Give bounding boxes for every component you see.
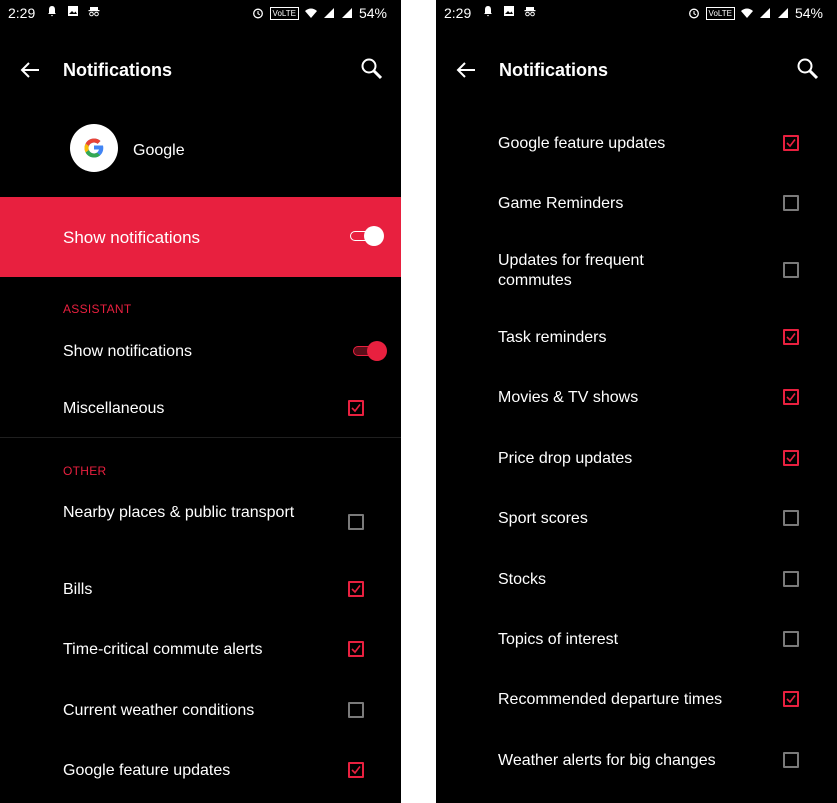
assistant-show-notifications-switch[interactable] — [351, 340, 387, 362]
row-label: Price drop updates — [498, 450, 633, 467]
row-label: Weather alerts for big changes — [498, 752, 716, 769]
assistant-show-notifications-row[interactable]: Show notifications — [0, 322, 401, 382]
miscellaneous-row[interactable]: Miscellaneous — [0, 379, 401, 439]
row-label: Task reminders — [498, 329, 607, 346]
phone-screen-right: 2:29 VoLTE 54% Notifications Google feat… — [436, 0, 837, 803]
row-label: Updates for frequent commutes — [498, 252, 644, 289]
image-icon — [68, 6, 78, 16]
game-reminders-checkbox[interactable] — [783, 195, 799, 211]
row-label: Google feature updates — [63, 762, 231, 779]
show-notifications-master-switch[interactable] — [348, 225, 384, 247]
signal-2-icon — [341, 8, 352, 18]
commute-alerts-checkbox[interactable] — [348, 641, 364, 657]
row-label: Nearby places & public transport — [63, 504, 295, 521]
topics-of-interest-row[interactable]: Topics of interest — [436, 610, 837, 670]
commute-alerts-row[interactable]: Time-critical commute alerts — [0, 620, 401, 680]
movies-tv-shows-checkbox[interactable] — [783, 389, 799, 405]
status-time: 2:29 — [8, 5, 36, 21]
task-reminders-checkbox[interactable] — [783, 329, 799, 345]
game-reminders-row[interactable]: Game Reminders — [436, 174, 837, 234]
weather-conditions-checkbox[interactable] — [348, 702, 364, 718]
signal-icon — [323, 8, 334, 18]
wifi-icon — [740, 8, 753, 18]
row-label: Bills — [63, 581, 93, 598]
stocks-checkbox[interactable] — [783, 571, 799, 587]
departure-times-row[interactable]: Recommended departure times — [436, 670, 837, 730]
price-drop-updates-checkbox[interactable] — [783, 450, 799, 466]
notification-bell-icon — [48, 6, 56, 17]
volte-badge: VoLTE — [269, 6, 299, 20]
stocks-row[interactable]: Stocks — [436, 550, 837, 610]
show-notifications-label: Show notifications — [63, 228, 201, 247]
topics-of-interest-checkbox[interactable] — [783, 631, 799, 647]
departure-times-checkbox[interactable] — [783, 691, 799, 707]
row-label: Game Reminders — [498, 195, 624, 212]
status-time: 2:29 — [444, 5, 472, 21]
bills-row[interactable]: Bills — [0, 560, 401, 620]
volte-badge: VoLTE — [705, 6, 735, 20]
signal-icon — [759, 8, 770, 18]
show-notifications-master-row[interactable]: Show notifications — [0, 197, 401, 277]
task-reminders-row[interactable]: Task reminders — [436, 308, 837, 368]
page-title: Notifications — [63, 60, 173, 80]
miscellaneous-checkbox[interactable] — [348, 400, 364, 416]
back-arrow-icon[interactable] — [454, 58, 478, 82]
row-label: Show notifications — [63, 343, 192, 360]
battery-level: 54% — [358, 5, 387, 21]
section-header-other: OTHER — [63, 464, 107, 478]
weather-alerts-row[interactable]: Weather alerts for big changes — [436, 731, 837, 791]
incognito-icon — [524, 7, 536, 17]
page-title: Notifications — [499, 60, 609, 80]
row-label: Movies & TV shows — [498, 389, 639, 406]
row-label: Current weather conditions — [63, 702, 255, 719]
app-bar: Notifications — [0, 46, 401, 94]
google-feature-updates-row[interactable]: Google feature updates — [0, 741, 401, 801]
signal-2-icon — [777, 8, 788, 18]
sport-scores-checkbox[interactable] — [783, 510, 799, 526]
nearby-places-checkbox[interactable] — [348, 514, 364, 530]
section-header-assistant: ASSISTANT — [63, 302, 132, 316]
row-label: Sport scores — [498, 510, 588, 527]
google-feature-updates-checkbox[interactable] — [348, 762, 364, 778]
row-label: Recommended departure times — [498, 691, 723, 708]
status-bar: 2:29 VoLTE 54% — [0, 0, 401, 28]
incognito-icon — [88, 7, 100, 17]
google-feature-updates-row[interactable]: Google feature updates — [436, 114, 837, 174]
status-bar: 2:29 VoLTE 54% — [436, 0, 837, 28]
wifi-icon — [304, 8, 317, 18]
app-bar: Notifications — [436, 46, 837, 94]
row-label: Stocks — [498, 571, 547, 588]
app-name: Google — [133, 142, 185, 159]
section-divider — [0, 437, 401, 438]
alarm-icon — [688, 8, 699, 19]
notification-bell-icon — [484, 6, 492, 17]
alarm-icon — [252, 8, 263, 19]
row-label: Miscellaneous — [63, 400, 165, 417]
google-logo-icon — [70, 124, 118, 172]
image-icon — [504, 6, 514, 16]
row-label: Time-critical commute alerts — [63, 641, 263, 658]
battery-level: 54% — [794, 5, 823, 21]
weather-conditions-row[interactable]: Current weather conditions — [0, 681, 401, 741]
row-label: Google feature updates — [498, 135, 666, 152]
search-icon[interactable] — [795, 56, 821, 82]
nearby-places-row[interactable]: Nearby places & public transport — [0, 494, 401, 554]
movies-tv-shows-row[interactable]: Movies & TV shows — [436, 368, 837, 428]
sport-scores-row[interactable]: Sport scores — [436, 489, 837, 549]
weather-alerts-checkbox[interactable] — [783, 752, 799, 768]
back-arrow-icon[interactable] — [18, 58, 42, 82]
frequent-commutes-row[interactable]: Updates for frequent commutes — [436, 241, 837, 301]
price-drop-updates-row[interactable]: Price drop updates — [436, 429, 837, 489]
frequent-commutes-checkbox[interactable] — [783, 262, 799, 278]
row-label: Topics of interest — [498, 631, 619, 648]
search-icon[interactable] — [359, 56, 385, 82]
google-feature-updates-checkbox[interactable] — [783, 135, 799, 151]
phone-screen-left: 2:29 VoLTE 54% Notifications Google Show… — [0, 0, 401, 803]
bills-checkbox[interactable] — [348, 581, 364, 597]
